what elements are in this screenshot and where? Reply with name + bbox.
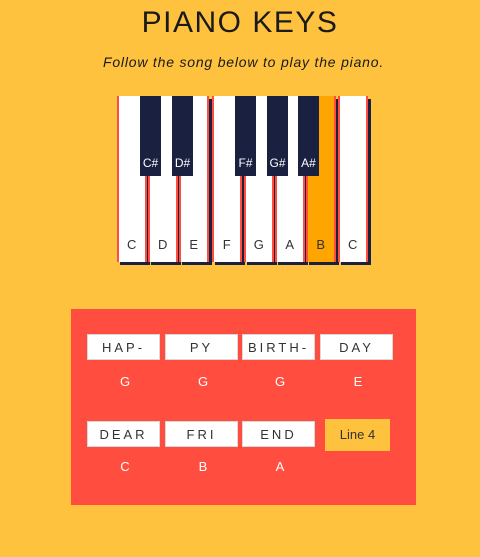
lyric-syllable: PY <box>165 334 238 360</box>
note-label: A <box>275 459 286 474</box>
piano-keyboard: C D E F G A B C C# D# F# G# A# <box>117 96 368 267</box>
piano-key-a-sharp[interactable]: A# <box>298 96 319 176</box>
lyric-syllable: FRI <box>165 421 238 447</box>
note-label: C <box>120 459 131 474</box>
key-label: C <box>348 237 358 252</box>
key-label: B <box>316 237 326 252</box>
note-label: G <box>197 374 210 389</box>
piano-key-c-high[interactable]: C <box>338 96 368 262</box>
key-label: F <box>222 237 232 252</box>
lyric-syllable: BIRTH- <box>242 334 315 360</box>
key-label: A# <box>301 156 316 170</box>
key-label: D# <box>174 156 191 170</box>
note-label: E <box>353 374 364 389</box>
piano-key-d-sharp[interactable]: D# <box>172 96 193 176</box>
lyric-syllable: HAP- <box>87 334 160 360</box>
lyric-syllable: DAY <box>320 334 393 360</box>
page-title: PIANO KEYS <box>141 6 339 39</box>
note-label: G <box>119 374 132 389</box>
key-label: G# <box>269 156 286 170</box>
key-label: E <box>189 237 199 252</box>
key-label: D <box>158 237 168 252</box>
instructions-text: Follow the song below to play the piano. <box>102 54 385 70</box>
key-label: C <box>127 237 137 252</box>
lyric-syllable: END <box>242 421 315 447</box>
next-line-button[interactable]: Line 4 <box>325 419 390 451</box>
key-label: A <box>285 237 295 252</box>
piano-key-g-sharp[interactable]: G# <box>267 96 288 176</box>
key-label: C# <box>142 156 159 170</box>
piano-key-f-sharp[interactable]: F# <box>235 96 256 176</box>
key-label: G <box>253 237 265 252</box>
note-label: G <box>274 374 287 389</box>
song-panel: HAP- PY BIRTH- DAY G G G E DEAR FRI END … <box>71 309 416 505</box>
note-label: B <box>198 459 209 474</box>
lyric-syllable: DEAR <box>87 421 160 447</box>
piano-key-c-sharp[interactable]: C# <box>140 96 161 176</box>
key-label: F# <box>238 156 253 170</box>
